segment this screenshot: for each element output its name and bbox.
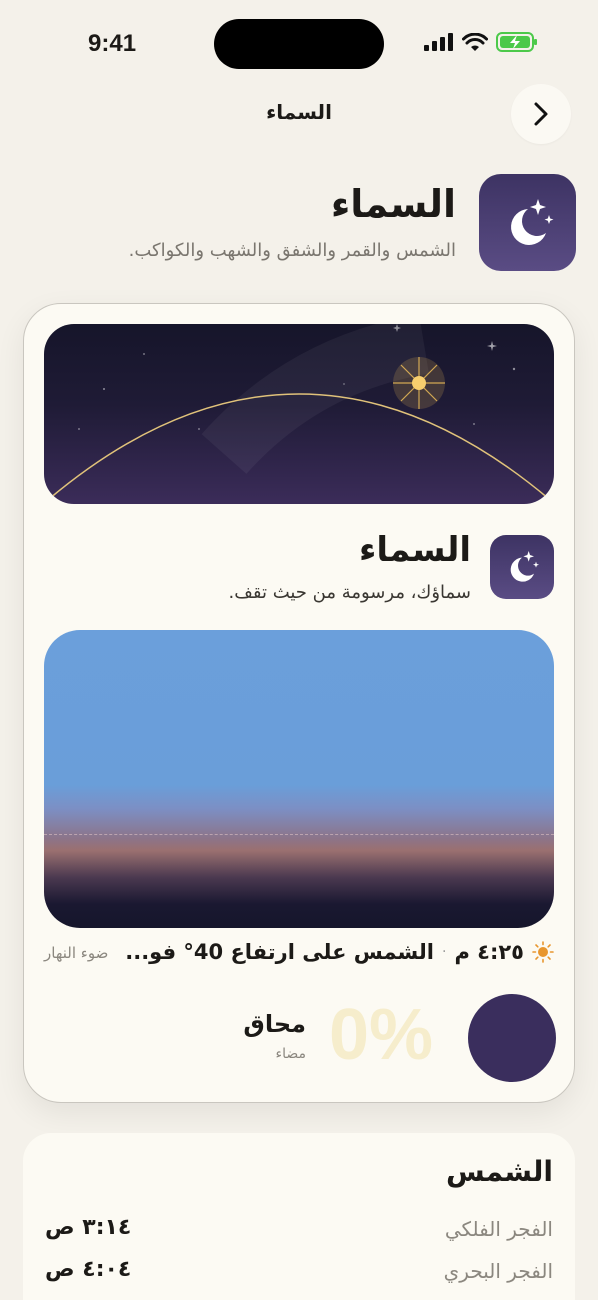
signal-icon [424,33,453,51]
battery-charging-icon [496,32,537,52]
sun-row-astronomical-dawn: الفجر الفلكي ٣:١٤ ص [45,1215,553,1245]
sky-widget-card[interactable]: السماء سماؤك، مرسومة من حيث تقف. ضوء الن… [23,303,575,1103]
wifi-icon [462,32,488,51]
moon-stars-icon [510,551,539,582]
sun-times-card: الشمس الفجر الفلكي ٣:١٤ ص الفجر البحري ٤… [23,1133,575,1300]
moon-phase-name: محاق [243,1010,306,1038]
nav-title: السماء [266,100,332,124]
daylight-label: ضوء النهار [44,944,109,962]
status-bar: 9:41 [0,0,598,90]
dynamic-island [214,19,384,69]
status-time: 9:41 [88,30,137,57]
separator-dot: · [441,944,447,960]
horizon-line [44,834,554,835]
sun-row-nautical-dawn: الفجر البحري ٤:٠٤ ص [45,1257,553,1287]
sun-altitude: الشمس على ارتفاع 40° فو... [125,940,434,964]
back-button[interactable] [511,84,571,144]
moon-stars-icon [510,198,553,245]
sun-icon [532,941,554,963]
sun-path-illustration [48,324,550,500]
sun-row-value: ٤:٠٤ ص [45,1257,132,1282]
page-subtitle: الشمس والقمر والشفق والشهب والكواكب. [128,240,456,261]
sun-row-label: الفجر الفلكي [444,1217,553,1241]
page-title: السماء [330,182,456,226]
moon-illumination-percent: 0% [329,995,434,1075]
widget-title: السماء [359,530,471,570]
chevron-right-icon [534,102,548,126]
sun-path-arc-view [44,324,554,504]
sun-status: ٤:٢٥ م · الشمس على ارتفاع 40° فو... [125,940,554,964]
moon-phase-sub: مضاء [275,1046,307,1062]
sky-widget-icon [490,535,554,599]
moon-phase-disc [468,994,556,1082]
sun-row-value: ٣:١٤ ص [45,1215,132,1240]
widget-subtitle: سماؤك، مرسومة من حيث تقف. [228,582,472,603]
sun-row-label: الفجر البحري [443,1259,553,1283]
sun-time: ٤:٢٥ م [454,940,524,964]
status-icons [424,32,538,52]
live-sky-gradient [44,630,554,928]
sky-app-icon [479,174,576,271]
sun-info-row: ضوء النهار ٤:٢٥ م · الشمس على ارتفاع 40°… [44,940,554,968]
sun-card-title: الشمس [446,1155,553,1188]
